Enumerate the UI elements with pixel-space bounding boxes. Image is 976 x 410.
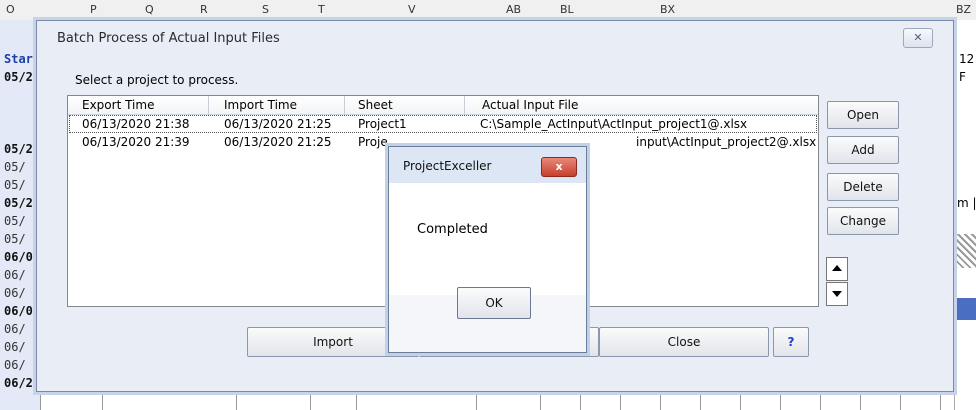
sheet-cell[interactable]: 06/	[4, 268, 26, 282]
popup-message: Completed	[417, 222, 488, 237]
arrow-up-icon	[832, 265, 842, 271]
column-divider[interactable]	[344, 96, 345, 114]
column-letter[interactable]: T	[318, 3, 325, 16]
sheet-cell[interactable]: F	[959, 70, 966, 84]
sheet-cell[interactable]: 06/0	[4, 250, 33, 264]
import-time-cell: 06/13/2020 21:25	[224, 117, 332, 131]
close-icon: ✕	[913, 31, 923, 44]
sheet-cell[interactable]: 06/0	[4, 304, 33, 318]
sheet-cell[interactable]: 05/	[4, 214, 26, 228]
close-icon: x	[555, 160, 563, 173]
sheet-cell[interactable]: m |	[957, 196, 976, 210]
file-path-cell: C:\Sample_ActInput\ActInput_project1@.xl…	[480, 117, 748, 131]
sheet-cell[interactable]: 06/	[4, 358, 26, 372]
sheet-cell[interactable]: 06/	[4, 340, 26, 354]
open-button[interactable]: Open	[827, 101, 899, 129]
import-time-cell: 06/13/2020 21:25	[224, 135, 332, 149]
sheet-cell[interactable]: 12	[959, 52, 974, 66]
sheet-cell[interactable]: 06/	[4, 322, 26, 336]
sheet-cell[interactable]: 05/	[4, 160, 26, 174]
sheet-cell[interactable]: 05/	[4, 178, 26, 192]
add-button[interactable]: Add	[827, 136, 899, 164]
column-letter[interactable]: V	[408, 3, 416, 16]
arrow-down-icon	[832, 291, 842, 297]
column-letter[interactable]: BX	[660, 3, 675, 16]
move-down-button[interactable]	[826, 282, 848, 306]
popup-title: ProjectExceller	[403, 159, 492, 173]
sheet-cell[interactable]: 06/	[4, 286, 26, 300]
hatched-bar	[955, 234, 976, 268]
sheet-cell[interactable]: 05/2	[4, 70, 33, 84]
column-letter[interactable]: Q	[145, 3, 154, 16]
dialog-title: Batch Process of Actual Input Files	[57, 31, 280, 46]
column-letter[interactable]: R	[200, 3, 208, 16]
column-letter[interactable]: S	[262, 3, 269, 16]
completed-popup: ProjectExceller x Completed OK	[388, 146, 587, 353]
column-divider[interactable]	[464, 96, 465, 114]
sheet-cell[interactable]: 05/2	[4, 196, 33, 210]
export-time-cell: 06/13/2020 21:39	[82, 135, 190, 149]
list-header: Export Time Import Time Sheet Actual Inp…	[68, 96, 818, 115]
column-letter[interactable]: BZ	[956, 3, 971, 16]
sheet-cell[interactable]: 06/2	[4, 376, 33, 390]
spreadsheet-right-column: 12 F m |	[954, 20, 976, 410]
dialog-close-button[interactable]: ✕	[903, 28, 933, 48]
select-project-prompt: Select a project to process.	[75, 73, 239, 87]
popup-titlebar: ProjectExceller x	[389, 147, 586, 183]
change-button[interactable]: Change	[827, 207, 899, 235]
column-header-export-time[interactable]: Export Time	[82, 98, 154, 112]
sheet-cell[interactable]: 05/2	[4, 142, 33, 156]
sheet-name-cell: Project1	[358, 117, 407, 131]
column-header-sheet[interactable]: Sheet	[358, 98, 393, 112]
help-button[interactable]: ?	[773, 327, 809, 357]
sheet-cell[interactable]: 05/	[4, 232, 26, 246]
spreadsheet-date-column: Star 05/2 05/2 05/ 05/ 05/2 05/ 05/ 06/0…	[0, 20, 41, 410]
column-letter[interactable]: P	[90, 3, 97, 16]
column-letter[interactable]: O	[6, 3, 15, 16]
gantt-bar	[955, 298, 976, 320]
column-header-bar: O P Q R S T V AB BL BX BZ	[0, 0, 976, 21]
close-button[interactable]: Close	[599, 327, 769, 357]
export-time-cell: 06/13/2020 21:38	[82, 117, 190, 131]
sheet-name-cell: Proje	[358, 135, 388, 149]
column-divider[interactable]	[208, 96, 209, 114]
sheet-cell[interactable]: Star	[4, 52, 33, 66]
move-up-button[interactable]	[826, 257, 848, 281]
list-row[interactable]: 06/13/2020 21:38 06/13/2020 21:25 Projec…	[69, 115, 817, 133]
popup-body	[389, 183, 586, 295]
file-path-cell: input\ActInput_project2@.xlsx	[636, 135, 817, 149]
popup-close-button[interactable]: x	[541, 157, 577, 177]
column-header-actual-input-file[interactable]: Actual Input File	[482, 98, 578, 112]
column-header-import-time[interactable]: Import Time	[224, 98, 297, 112]
column-letter[interactable]: AB	[506, 3, 521, 16]
ok-button[interactable]: OK	[457, 287, 531, 319]
delete-button[interactable]: Delete	[827, 173, 899, 201]
column-letter[interactable]: BL	[560, 3, 574, 16]
